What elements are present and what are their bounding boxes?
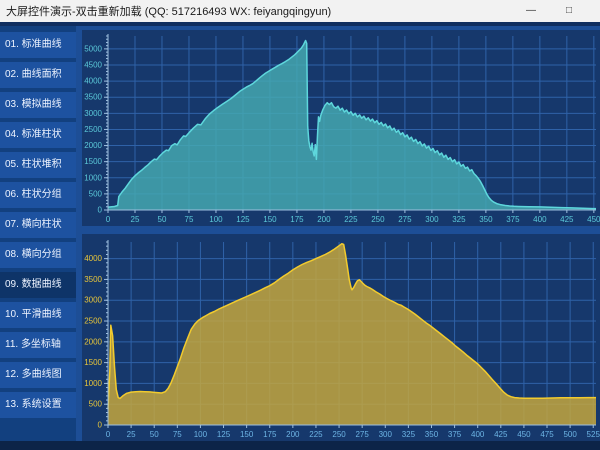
svg-text:400: 400 xyxy=(471,430,485,439)
sidebar-item-10[interactable]: 10. 平滑曲线 xyxy=(0,302,76,328)
window-title: 大屏控件演示-双击重新加载 (QQ: 517216493 WX: feiyang… xyxy=(0,3,331,19)
svg-text:250: 250 xyxy=(332,430,346,439)
svg-text:475: 475 xyxy=(540,430,554,439)
svg-text:425: 425 xyxy=(560,215,574,224)
svg-text:275: 275 xyxy=(355,430,369,439)
titlebar: 大屏控件演示-双击重新加载 (QQ: 517216493 WX: feiyang… xyxy=(0,0,600,22)
top-chart-panel[interactable]: 0500100015002000250030003500400045005000… xyxy=(82,30,600,226)
svg-text:375: 375 xyxy=(506,215,520,224)
svg-text:450: 450 xyxy=(587,215,600,224)
bottom-chart-panel[interactable]: 0 500 1000 1500 2000 2500 3000 3500 4000 0 25 50 75 1… xyxy=(82,234,600,441)
svg-text:4000: 4000 xyxy=(84,77,102,86)
sidebar-item-02[interactable]: 02. 曲线面积 xyxy=(0,62,76,88)
svg-text:1500: 1500 xyxy=(84,157,102,166)
sidebar-item-11[interactable]: 11. 多坐标轴 xyxy=(0,332,76,358)
svg-text:350: 350 xyxy=(425,430,439,439)
svg-text:0: 0 xyxy=(106,215,111,224)
svg-text:2000: 2000 xyxy=(84,337,102,346)
svg-text:425: 425 xyxy=(494,430,508,439)
svg-text:200: 200 xyxy=(286,430,300,439)
sidebar-item-04[interactable]: 04. 标准柱状 xyxy=(0,122,76,148)
minimize-button[interactable]: — xyxy=(526,0,536,22)
svg-text:250: 250 xyxy=(371,215,385,224)
svg-text:150: 150 xyxy=(263,215,277,224)
svg-text:175: 175 xyxy=(290,215,304,224)
svg-text:25: 25 xyxy=(131,215,140,224)
svg-text:400: 400 xyxy=(533,215,547,224)
svg-text:100: 100 xyxy=(209,215,223,224)
sidebar-item-05[interactable]: 05. 柱状堆积 xyxy=(0,152,76,178)
main-area: 0500100015002000250030003500400045005000… xyxy=(76,26,600,441)
content-area: 01. 标准曲线 02. 曲线面积 03. 模拟曲线 04. 标准柱状 05. 柱状堆积… xyxy=(0,26,600,441)
svg-text:50: 50 xyxy=(150,430,159,439)
svg-text:0: 0 xyxy=(98,421,103,430)
svg-text:525: 525 xyxy=(587,430,600,439)
svg-text:500: 500 xyxy=(563,430,577,439)
svg-text:300: 300 xyxy=(379,430,393,439)
svg-text:1000: 1000 xyxy=(84,379,102,388)
svg-text:25: 25 xyxy=(127,430,136,439)
svg-text:100: 100 xyxy=(194,430,208,439)
svg-text:125: 125 xyxy=(217,430,231,439)
window-controls: — □ xyxy=(526,0,600,22)
svg-text:1000: 1000 xyxy=(84,173,102,182)
sidebar-item-07[interactable]: 07. 横向柱状 xyxy=(0,212,76,238)
svg-text:350: 350 xyxy=(479,215,493,224)
sidebar-item-12[interactable]: 12. 多曲线图 xyxy=(0,362,76,388)
sidebar-item-03[interactable]: 03. 模拟曲线 xyxy=(0,92,76,118)
svg-text:500: 500 xyxy=(89,189,103,198)
svg-text:4000: 4000 xyxy=(84,254,102,263)
sidebar-item-01[interactable]: 01. 标准曲线 xyxy=(0,32,76,58)
svg-text:325: 325 xyxy=(452,215,466,224)
svg-text:0: 0 xyxy=(98,206,103,215)
svg-text:500: 500 xyxy=(89,400,103,409)
sidebar-item-09[interactable]: 09. 数据曲线 xyxy=(0,272,76,298)
svg-text:3000: 3000 xyxy=(84,296,102,305)
bottom-area-chart: 0 500 1000 1500 2000 2500 3000 3500 4000 0 25 50 75 1… xyxy=(82,234,600,441)
svg-text:125: 125 xyxy=(236,215,250,224)
sidebar-item-13[interactable]: 13. 系统设置 xyxy=(0,392,76,418)
top-area-chart: 0500100015002000250030003500400045005000… xyxy=(82,30,600,226)
svg-text:4500: 4500 xyxy=(84,61,102,70)
svg-text:450: 450 xyxy=(517,430,531,439)
maximize-button[interactable]: □ xyxy=(566,0,572,22)
sidebar: 01. 标准曲线 02. 曲线面积 03. 模拟曲线 04. 标准柱状 05. 柱状堆积… xyxy=(0,26,76,441)
svg-text:275: 275 xyxy=(398,215,412,224)
svg-text:375: 375 xyxy=(448,430,462,439)
svg-text:175: 175 xyxy=(263,430,277,439)
svg-text:2500: 2500 xyxy=(84,317,102,326)
svg-text:1500: 1500 xyxy=(84,358,102,367)
svg-text:300: 300 xyxy=(425,215,439,224)
svg-text:0: 0 xyxy=(106,430,111,439)
svg-text:75: 75 xyxy=(173,430,182,439)
svg-text:50: 50 xyxy=(158,215,167,224)
svg-text:75: 75 xyxy=(185,215,194,224)
svg-text:225: 225 xyxy=(344,215,358,224)
bottom-edge xyxy=(0,441,600,450)
sidebar-item-06[interactable]: 06. 柱状分组 xyxy=(0,182,76,208)
sidebar-item-08[interactable]: 08. 横向分组 xyxy=(0,242,76,268)
svg-text:200: 200 xyxy=(317,215,331,224)
svg-text:3000: 3000 xyxy=(84,109,102,118)
svg-text:3500: 3500 xyxy=(84,93,102,102)
app-window: 大屏控件演示-双击重新加载 (QQ: 517216493 WX: feiyang… xyxy=(0,0,600,450)
svg-text:5000: 5000 xyxy=(84,44,102,53)
svg-text:3500: 3500 xyxy=(84,275,102,284)
svg-text:150: 150 xyxy=(240,430,254,439)
svg-text:2500: 2500 xyxy=(84,125,102,134)
svg-text:325: 325 xyxy=(402,430,416,439)
svg-text:2000: 2000 xyxy=(84,141,102,150)
svg-text:225: 225 xyxy=(309,430,323,439)
